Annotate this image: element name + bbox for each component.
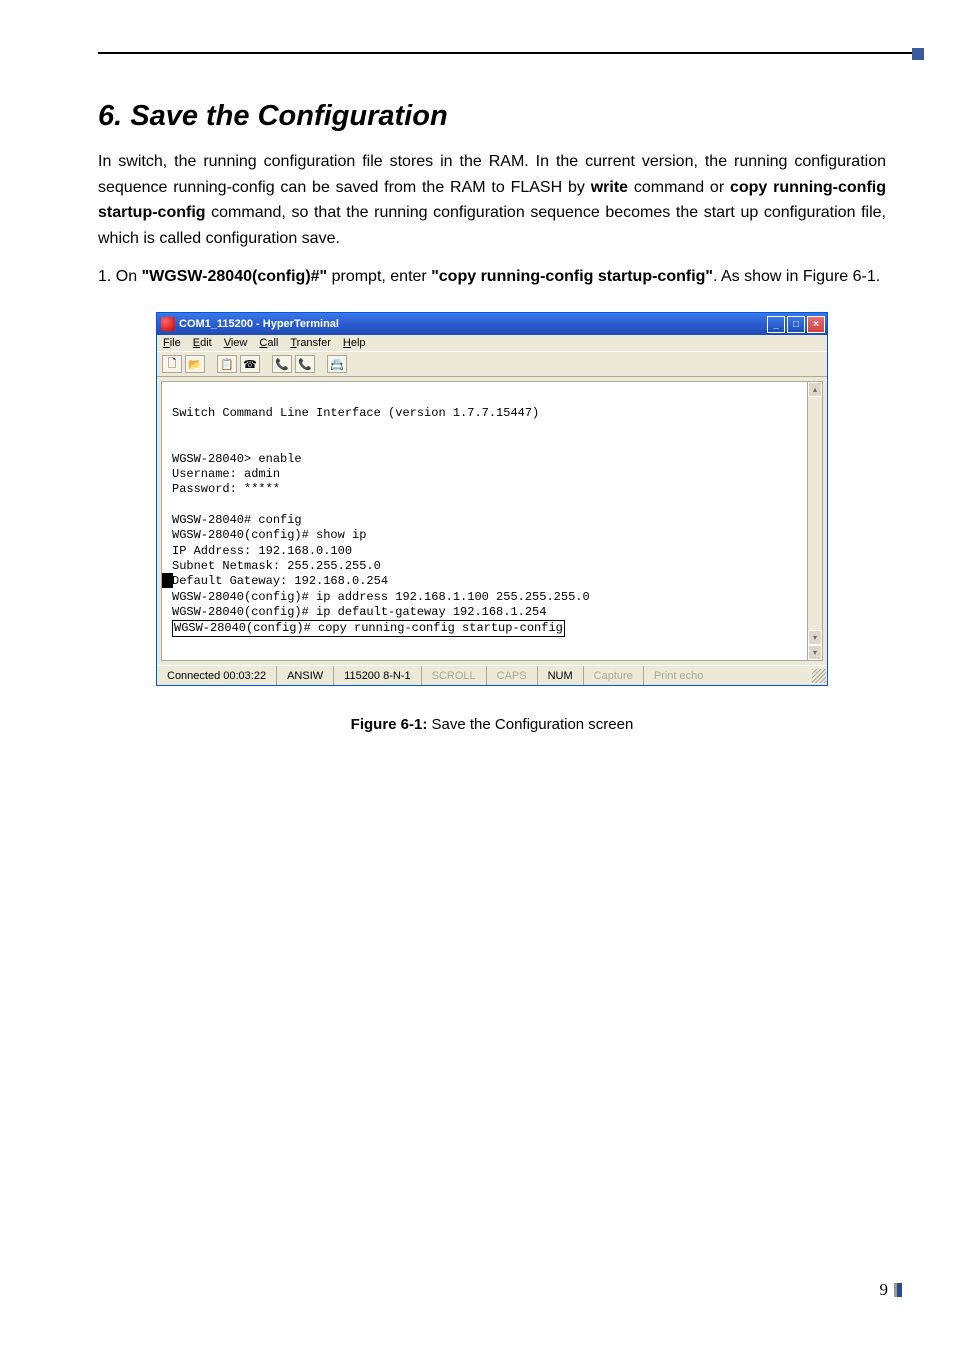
term-line: WGSW-28040(config)# ip address 192.168.1… — [172, 590, 590, 604]
intro-paragraph: In switch, the running configuration fil… — [98, 149, 886, 251]
status-params: 115200 8-N-1 — [333, 666, 420, 685]
menu-call[interactable]: Call — [259, 337, 278, 349]
text: command or — [628, 179, 730, 196]
header-marker — [912, 48, 924, 60]
scroll-up-icon[interactable]: ▴ — [808, 382, 822, 397]
list-number: 1. — [98, 268, 116, 285]
bold-cmd: "copy running-config startup-config" — [431, 268, 713, 285]
scrollbar[interactable]: ▴ ▾ ▾ — [807, 382, 822, 660]
term-line: Password: ***** — [172, 482, 280, 496]
close-button[interactable]: × — [807, 316, 825, 333]
title-left: COM1_115200 - HyperTerminal — [161, 317, 339, 331]
term-line: WGSW-28040(config)# ip default-gateway 1… — [172, 605, 546, 619]
bold-write: write — [591, 179, 628, 196]
section-title: 6. Save the Configuration — [98, 100, 886, 133]
terminal-body: Switch Command Line Interface (version 1… — [157, 377, 827, 665]
text: . As show in Figure 6-1. — [713, 268, 880, 285]
bold-prompt: "WGSW-28040(config)#" — [142, 268, 328, 285]
menu-help[interactable]: Help — [343, 337, 366, 349]
caption-label: Figure 6-1: — [351, 716, 428, 733]
status-scroll: SCROLL — [421, 666, 486, 685]
term-line: Default Gateway: 192.168.0.254 — [172, 574, 388, 588]
scroll-down-icon[interactable]: ▾ — [808, 645, 822, 660]
status-echo: Print echo — [643, 666, 714, 685]
terminal-text: Switch Command Line Interface (version 1… — [172, 390, 812, 636]
menu-view[interactable]: View — [224, 337, 248, 349]
term-line: Username: admin — [172, 467, 280, 481]
call-icon[interactable]: 📞 — [272, 355, 292, 373]
status-caps: CAPS — [486, 666, 537, 685]
phone-icon[interactable]: ☎ — [240, 355, 260, 373]
term-line: Switch Command Line Interface (version 1… — [172, 406, 539, 420]
status-capture: Capture — [583, 666, 643, 685]
text: command, so that the running configurati… — [98, 204, 886, 247]
screenshot-container: COM1_115200 - HyperTerminal _ □ × File E… — [98, 312, 886, 686]
page-number-value: 9 — [880, 1280, 889, 1300]
titlebar: COM1_115200 - HyperTerminal _ □ × — [157, 313, 827, 335]
app-icon — [161, 317, 175, 331]
status-num: NUM — [537, 666, 583, 685]
term-line: WGSW-28040# config — [172, 513, 302, 527]
step-1: 1. On "WGSW-28040(config)#" prompt, ente… — [98, 265, 886, 290]
minimize-button[interactable]: _ — [767, 316, 785, 333]
term-line: IP Address: 192.168.0.100 — [172, 544, 352, 558]
caption-text: Save the Configuration screen — [427, 716, 633, 733]
menu-edit[interactable]: Edit — [193, 337, 212, 349]
term-line: Subnet Netmask: 255.255.255.0 — [172, 559, 381, 573]
maximize-button[interactable]: □ — [787, 316, 805, 333]
snap-icon[interactable]: 📋 — [217, 355, 237, 373]
menubar: File Edit View Call Transfer Help — [157, 335, 827, 351]
status-connected: Connected 00:03:22 — [157, 666, 276, 685]
page-marker-icon — [894, 1283, 902, 1297]
open-icon[interactable]: 📂 — [185, 355, 205, 373]
cursor-block — [162, 573, 173, 588]
text: On — [116, 268, 142, 285]
hyperterminal-window: COM1_115200 - HyperTerminal _ □ × File E… — [156, 312, 828, 686]
window-title: COM1_115200 - HyperTerminal — [179, 318, 339, 330]
disconnect-icon[interactable]: 📞 — [295, 355, 315, 373]
term-line: WGSW-28040> enable — [172, 452, 302, 466]
text: prompt, enter — [327, 268, 431, 285]
term-line: WGSW-28040(config)# show ip — [172, 528, 366, 542]
figure-caption: Figure 6-1: Save the Configuration scree… — [98, 716, 886, 733]
toolbar: 🗋 📂 📋 ☎ 📞 📞 📇 — [157, 351, 827, 377]
term-line-highlight: WGSW-28040(config)# copy running-config … — [172, 620, 565, 637]
statusbar: Connected 00:03:22 ANSIW 115200 8-N-1 SC… — [157, 665, 827, 685]
scroll-down-icon[interactable]: ▾ — [808, 630, 822, 645]
resize-grip-icon[interactable] — [812, 669, 826, 683]
window-controls: _ □ × — [767, 316, 825, 333]
menu-transfer[interactable]: Transfer — [290, 337, 331, 349]
status-emulation: ANSIW — [276, 666, 333, 685]
page-content: 6. Save the Configuration In switch, the… — [98, 100, 886, 733]
properties-icon[interactable]: 📇 — [327, 355, 347, 373]
page-number: 9 — [880, 1280, 903, 1300]
header-rule — [98, 52, 914, 54]
menu-file[interactable]: File — [163, 337, 181, 349]
terminal-viewport: Switch Command Line Interface (version 1… — [161, 381, 823, 661]
new-icon[interactable]: 🗋 — [162, 355, 182, 373]
